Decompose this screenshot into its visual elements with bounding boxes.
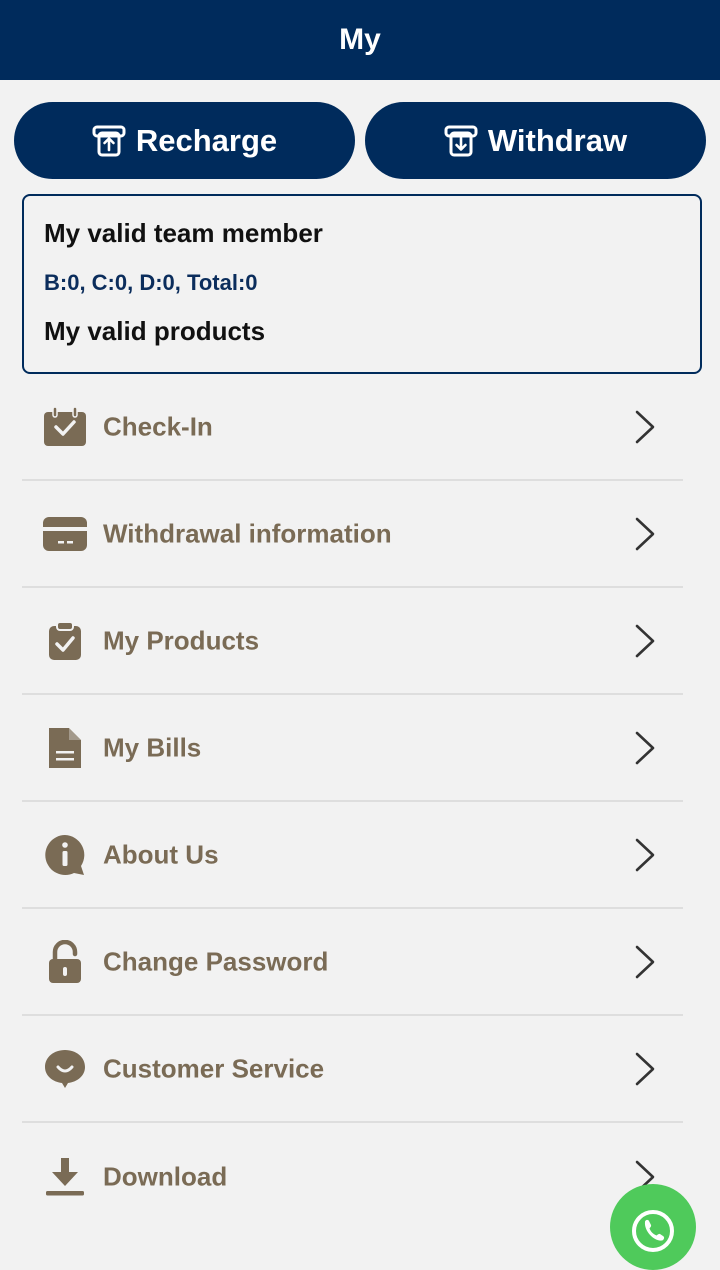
team-stats: B:0, C:0, D:0, Total:0 [44, 270, 258, 295]
download-icon [42, 1154, 88, 1200]
menu-item-my-products[interactable]: My Products [22, 588, 683, 695]
team-info-card: My valid team member B:0, C:0, D:0, Tota… [22, 194, 702, 374]
page-header: My [0, 0, 720, 80]
withdraw-icon [444, 125, 478, 156]
menu-item-download[interactable]: Download [22, 1123, 683, 1230]
page-title: My [339, 23, 381, 56]
valid-products-label: My valid products [44, 316, 266, 346]
menu-label-change-password: Change Password [103, 946, 329, 976]
whatsapp-icon [632, 1210, 674, 1252]
menu-label-my-bills: My Bills [103, 732, 202, 762]
recharge-icon [92, 125, 126, 156]
menu-item-withdrawal-information[interactable]: Withdrawal information [22, 481, 683, 588]
withdraw-label: Withdraw [487, 122, 628, 158]
menu-item-change-password[interactable]: Change Password [22, 909, 683, 1016]
clipboard-check-icon [42, 618, 88, 664]
menu-label-customer-service: Customer Service [103, 1053, 325, 1083]
menu-label-download: Download [103, 1161, 228, 1191]
chevron-right-icon [635, 410, 655, 443]
whatsapp-button[interactable] [610, 1184, 696, 1270]
menu-item-my-bills[interactable]: My Bills [22, 695, 683, 802]
card-icon [42, 511, 88, 557]
menu-list: Check-In Withdrawal information My Produ… [22, 374, 683, 1230]
menu-label-my-products: My Products [103, 625, 260, 655]
chevron-right-icon [635, 624, 655, 657]
recharge-button[interactable]: Recharge [14, 102, 355, 179]
menu-item-check-in[interactable]: Check-In [22, 374, 683, 481]
menu-label-about-us: About Us [103, 839, 219, 869]
lock-icon [42, 939, 88, 985]
chevron-right-icon [635, 517, 655, 550]
chevron-right-icon [635, 1052, 655, 1085]
info-bubble-icon [42, 832, 88, 878]
team-member-label: My valid team member [44, 218, 323, 248]
chat-bubble-icon [42, 1046, 88, 1092]
calendar-check-icon [42, 404, 88, 450]
chevron-right-icon [635, 731, 655, 764]
menu-label-withdrawal-information: Withdrawal information [103, 518, 392, 548]
menu-label-check-in: Check-In [103, 411, 213, 441]
document-icon [42, 725, 88, 771]
recharge-label: Recharge [135, 122, 278, 158]
withdraw-button[interactable]: Withdraw [365, 102, 706, 179]
menu-item-about-us[interactable]: About Us [22, 802, 683, 909]
chevron-right-icon [635, 838, 655, 871]
chevron-right-icon [635, 945, 655, 978]
menu-item-customer-service[interactable]: Customer Service [22, 1016, 683, 1123]
